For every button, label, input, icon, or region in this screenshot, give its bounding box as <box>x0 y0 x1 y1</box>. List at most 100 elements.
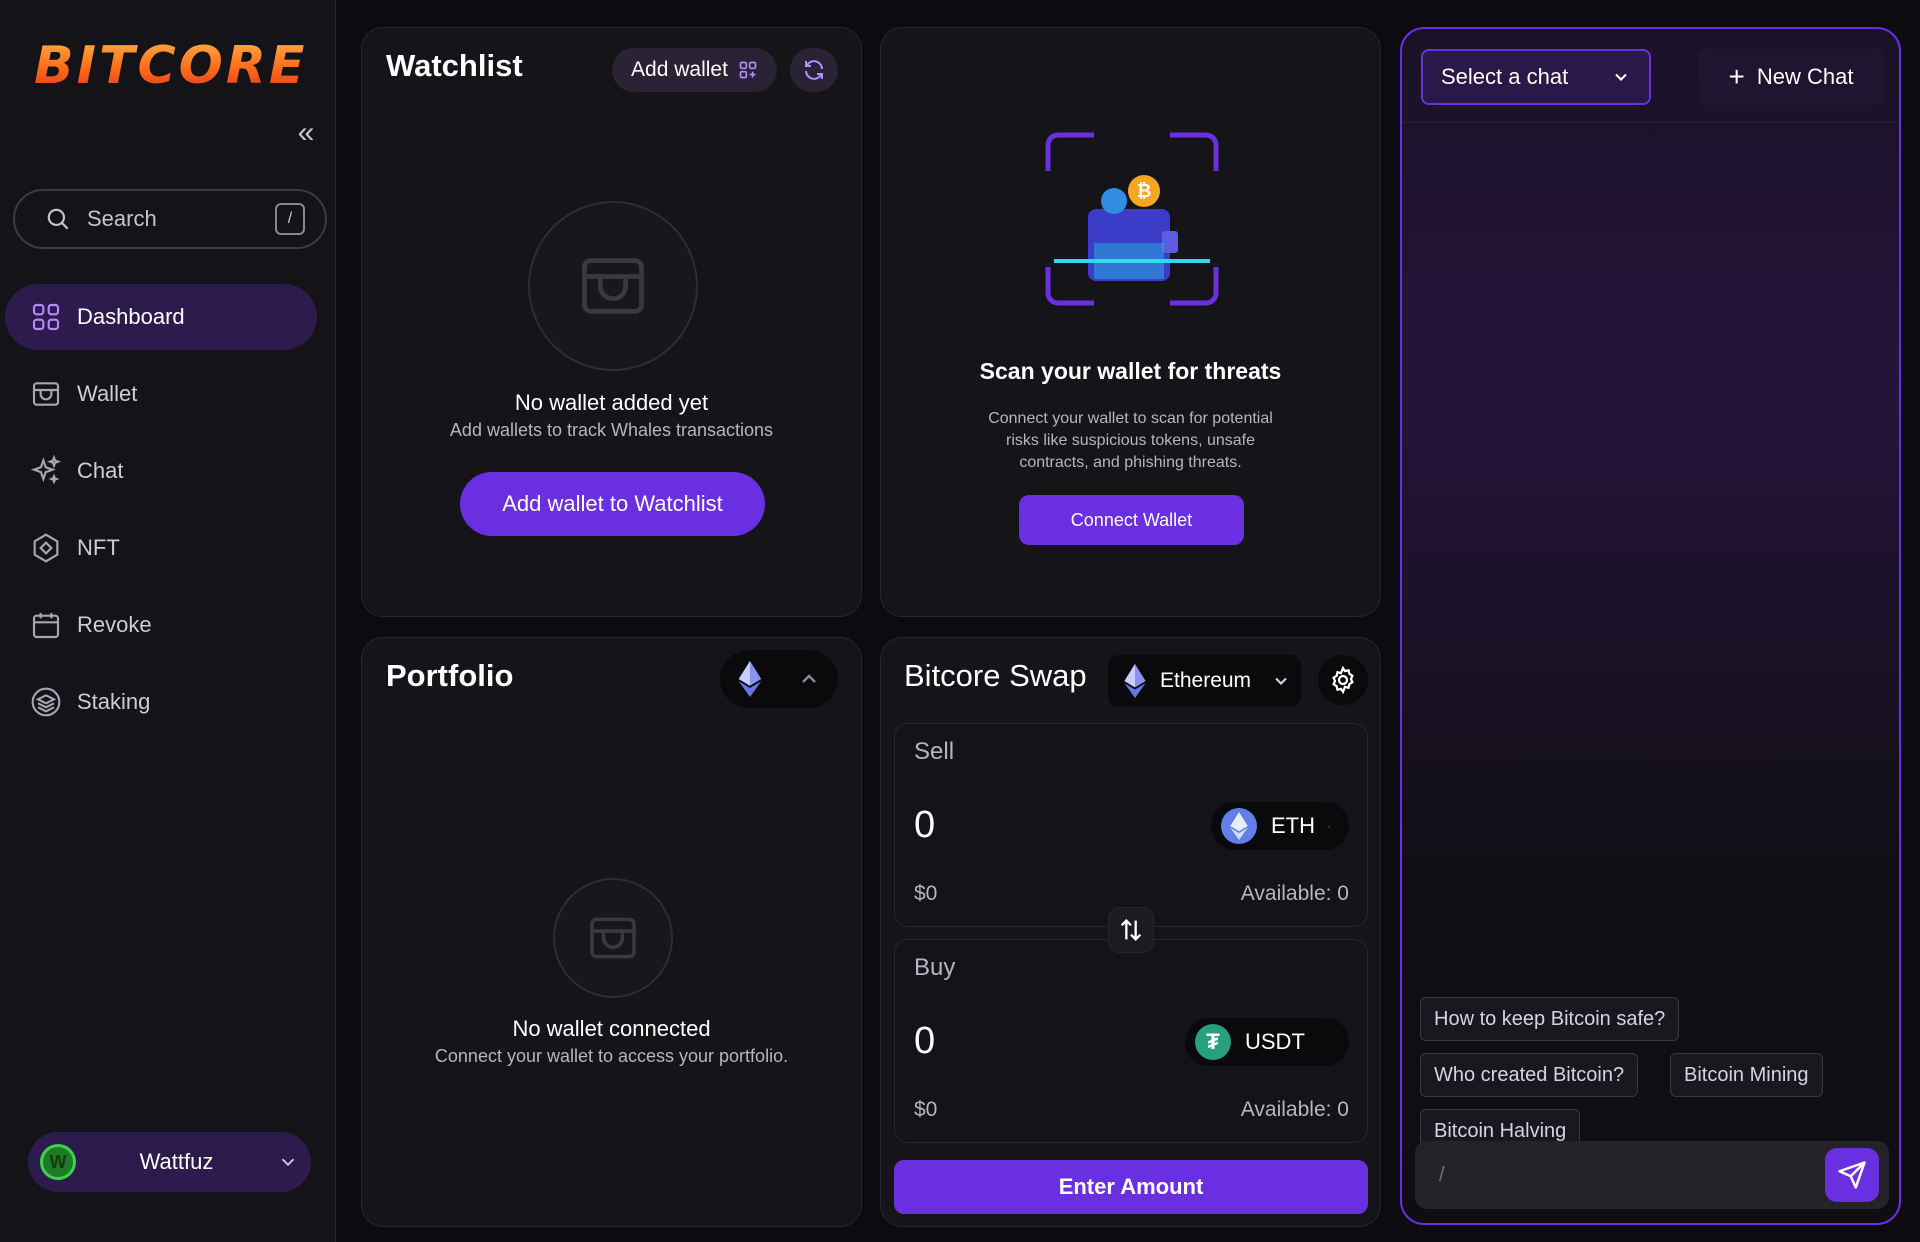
chevron-up-icon <box>802 674 816 683</box>
stack-coins-icon <box>29 685 63 719</box>
buy-label: Buy <box>914 954 956 981</box>
chat-panel: Select a chat + New Chat How to keep Bit… <box>1400 27 1901 1225</box>
search-icon <box>47 208 69 230</box>
wallet-icon <box>29 377 63 411</box>
watchlist-card: Watchlist Add wallet No wallet added yet… <box>361 27 862 617</box>
network-name: Ethereum <box>1160 669 1252 692</box>
svg-text:₿: ₿ <box>1137 181 1152 202</box>
network-toggle[interactable] <box>720 650 838 708</box>
refresh-icon <box>805 60 823 80</box>
buy-token-symbol: USDT <box>1245 1029 1305 1054</box>
add-wallet-button[interactable]: Add wallet <box>612 48 777 92</box>
suggestion-chip[interactable]: How to keep Bitcoin safe? <box>1420 997 1680 1041</box>
chat-select-dropdown[interactable]: Select a chat <box>1421 49 1651 105</box>
scan-description-line: Connect your wallet to scan for potentia… <box>988 410 1273 427</box>
eth-token-icon <box>1221 808 1257 844</box>
chat-select-label: Select a chat <box>1441 64 1569 89</box>
chat-input-box[interactable] <box>1415 1141 1889 1209</box>
portfolio-empty-title: No wallet connected <box>512 1016 711 1041</box>
send-button[interactable] <box>1825 1148 1879 1202</box>
wallet-icon <box>590 917 636 959</box>
gear-icon <box>1332 665 1354 695</box>
sidebar-item-wallet[interactable]: Wallet <box>5 361 317 427</box>
scan-description-line: contracts, and phishing threats. <box>1019 454 1242 471</box>
sidebar-item-label: Dashboard <box>77 304 185 329</box>
wallet-icon <box>582 258 644 314</box>
sidebar-item-label: Staking <box>77 689 151 714</box>
sidebar-item-dashboard[interactable]: Dashboard <box>5 284 317 350</box>
send-icon <box>1838 1161 1866 1189</box>
scan-card: ₿ Scan your wallet for threats Connect y… <box>880 27 1381 617</box>
watchlist-title: Watchlist <box>386 48 523 83</box>
sell-token-selector[interactable]: ETH · <box>1211 802 1349 850</box>
swap-title: Bitcore Swap <box>904 658 1087 693</box>
watchlist-empty-title: No wallet added yet <box>514 390 709 415</box>
buy-usd-value: $0 <box>914 1098 938 1121</box>
sidebar-item-label: Wallet <box>77 381 138 406</box>
network-selector[interactable]: Ethereum <box>1108 655 1301 707</box>
buy-amount-input[interactable]: 0 <box>914 1020 935 1063</box>
refresh-button[interactable] <box>790 48 838 92</box>
chevron-down-icon <box>1615 73 1627 81</box>
sparkles-icon <box>29 454 63 488</box>
swap-arrows-icon <box>1120 919 1142 941</box>
scan-description-line: risks like suspicious tokens, unsafe <box>1006 432 1255 449</box>
enter-amount-button[interactable]: Enter Amount <box>894 1160 1368 1214</box>
sidebar-item-nft[interactable]: NFT <box>5 515 317 581</box>
sell-panel: Sell 0 ETH · $0 Available: 0 <box>894 723 1368 927</box>
new-chat-label: New Chat <box>1756 64 1854 89</box>
sell-token-symbol: ETH <box>1271 813 1315 838</box>
suggestion-chip[interactable]: Who created Bitcoin? <box>1420 1053 1639 1097</box>
usdt-token-icon: ₮ <box>1195 1024 1231 1060</box>
search-box[interactable]: Search / <box>13 189 327 249</box>
chevron-down-icon <box>1275 677 1287 685</box>
swap-settings-button[interactable] <box>1318 655 1368 705</box>
sidebar-item-chat[interactable]: Chat <box>5 438 317 504</box>
buy-token-selector[interactable]: ₮ USDT <box>1185 1018 1349 1066</box>
chevron-down-icon: · <box>1327 819 1331 833</box>
sell-available: Available: 0 <box>1240 882 1349 905</box>
sidebar-item-staking[interactable]: Staking <box>5 669 317 735</box>
sidebar-item-label: NFT <box>77 535 120 560</box>
empty-portfolio-illustration <box>553 878 673 998</box>
sidebar-item-label: Chat <box>77 458 124 483</box>
chat-header-divider <box>1402 122 1899 123</box>
buy-panel: Buy 0 ₮ USDT $0 Available: 0 <box>894 939 1368 1143</box>
scan-description: Connect your wallet to scan for potentia… <box>881 408 1380 474</box>
empty-wallet-illustration <box>528 201 698 371</box>
suggestion-chip[interactable]: Bitcoin Mining <box>1670 1053 1823 1097</box>
plus-icon: + <box>1728 61 1745 92</box>
add-wallet-label: Add wallet <box>631 58 728 81</box>
user-menu[interactable]: W Wattfuz <box>28 1132 311 1192</box>
swap-card: Bitcore Swap Ethereum Sell 0 ETH · $0 Av… <box>880 637 1381 1227</box>
search-shortcut-key: / <box>275 203 305 235</box>
collapse-sidebar-button[interactable]: « <box>290 118 322 150</box>
chevron-down-icon <box>281 1158 295 1167</box>
buy-available: Available: 0 <box>1240 1098 1349 1121</box>
bitcore-logo[interactable]: BITCORE <box>34 36 307 96</box>
chat-message-input[interactable] <box>1439 1163 1819 1187</box>
sell-usd-value: $0 <box>914 882 938 905</box>
sidebar-item-label: Revoke <box>77 612 152 637</box>
nft-tag-icon <box>29 531 63 565</box>
wallet-scan-illustration: ₿ <box>1044 131 1220 307</box>
swap-direction-button[interactable] <box>1108 907 1154 953</box>
add-wallet-to-watchlist-button[interactable]: Add wallet to Watchlist <box>460 472 765 536</box>
avatar: W <box>40 1144 76 1180</box>
portfolio-title: Portfolio <box>386 658 514 693</box>
portfolio-empty-subtitle: Connect your wallet to access your portf… <box>434 1046 789 1066</box>
suggestions-area: How to keep Bitcoin safe? Who created Bi… <box>1402 967 1899 1153</box>
double-chevron-left-icon: « <box>297 116 315 149</box>
ethereum-icon <box>738 661 762 697</box>
sidebar-item-revoke[interactable]: Revoke <box>5 592 317 658</box>
sidebar: BITCORE « Search / Dashboard Wallet Chat <box>0 0 336 1242</box>
user-name: Wattfuz <box>139 1149 214 1174</box>
sell-amount-input[interactable]: 0 <box>914 804 935 847</box>
grid-add-icon <box>739 61 757 79</box>
portfolio-card: Portfolio No wallet connected Connect yo… <box>361 637 862 1227</box>
new-chat-button[interactable]: + New Chat <box>1698 49 1884 105</box>
watchlist-empty-subtitle: Add wallets to track Whales transactions <box>449 420 774 440</box>
connect-wallet-button[interactable]: Connect Wallet <box>1019 495 1244 545</box>
calendar-icon <box>29 608 63 642</box>
grid-icon <box>29 300 63 334</box>
